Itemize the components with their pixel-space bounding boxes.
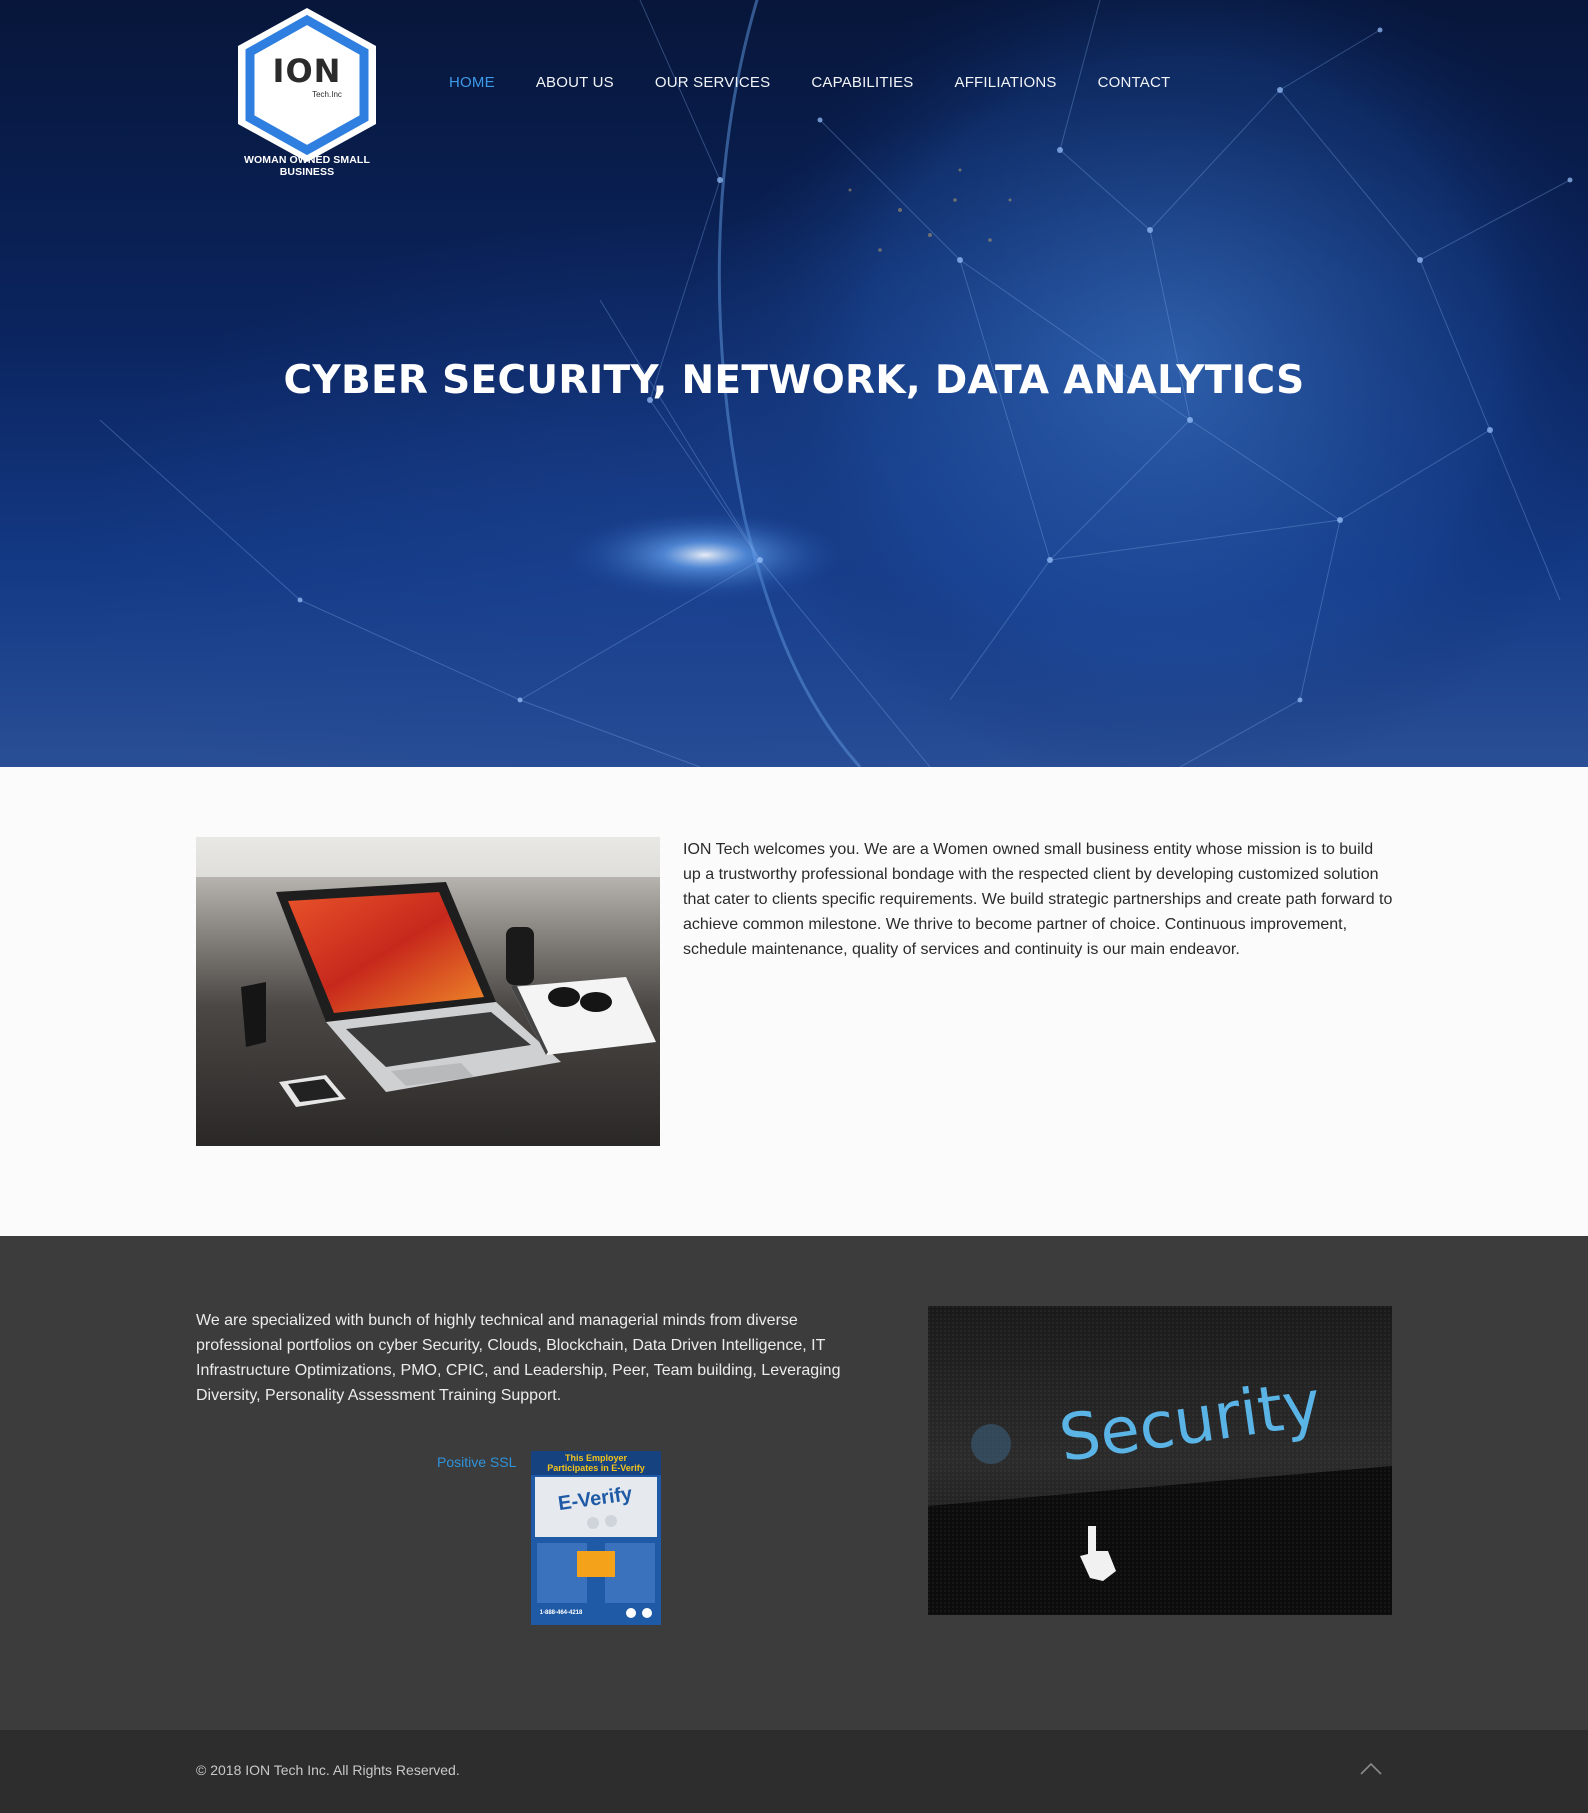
specialized-section: We are specialized with bunch of highly …: [0, 1236, 1588, 1730]
logo-wordmark: ION: [272, 52, 342, 90]
nav-about-us[interactable]: ABOUT US: [536, 74, 614, 91]
hero-banner: ION Tech.Inc WOMAN OWNED SMALL BUSINESS …: [0, 0, 1588, 767]
nav-affiliations[interactable]: AFFILIATIONS: [954, 74, 1056, 91]
nav-capabilities[interactable]: CAPABILITIES: [811, 74, 913, 91]
logo-tagline: WOMAN OWNED SMALL BUSINESS: [244, 154, 370, 178]
svg-text:1-888-464-4218: 1-888-464-4218: [540, 1610, 583, 1616]
welcome-section: ION Tech welcomes you. We are a Women ow…: [0, 767, 1588, 1236]
copyright-text: © 2018 ION Tech Inc. All Rights Reserved…: [196, 1762, 460, 1778]
scroll-to-top-icon[interactable]: [1358, 1760, 1384, 1778]
nav-our-services[interactable]: OUR SERVICES: [655, 74, 771, 91]
svg-text:This Employer: This Employer: [565, 1453, 628, 1463]
logo-subtext: Tech.Inc: [312, 90, 342, 99]
security-photo: Security: [928, 1306, 1392, 1615]
welcome-paragraph: ION Tech welcomes you. We are a Women ow…: [683, 841, 1393, 958]
e-verify-poster[interactable]: This Employer Participates in E-Verify E…: [531, 1451, 661, 1625]
svg-text:Participates in E-Verify: Participates in E-Verify: [547, 1463, 645, 1473]
footer: © 2018 ION Tech Inc. All Rights Reserved…: [0, 1730, 1588, 1813]
positive-ssl-link[interactable]: Positive SSL: [437, 1454, 516, 1470]
main-nav: HOME ABOUT US OUR SERVICES CAPABILITIES …: [449, 74, 1211, 91]
nav-home[interactable]: HOME: [449, 74, 495, 91]
laptop-photo: [196, 837, 660, 1146]
hero-headline: CYBER SECURITY, NETWORK, DATA ANALYTICS: [283, 358, 1305, 403]
specialized-paragraph: We are specialized with bunch of highly …: [196, 1312, 841, 1404]
nav-contact[interactable]: CONTACT: [1098, 74, 1171, 91]
